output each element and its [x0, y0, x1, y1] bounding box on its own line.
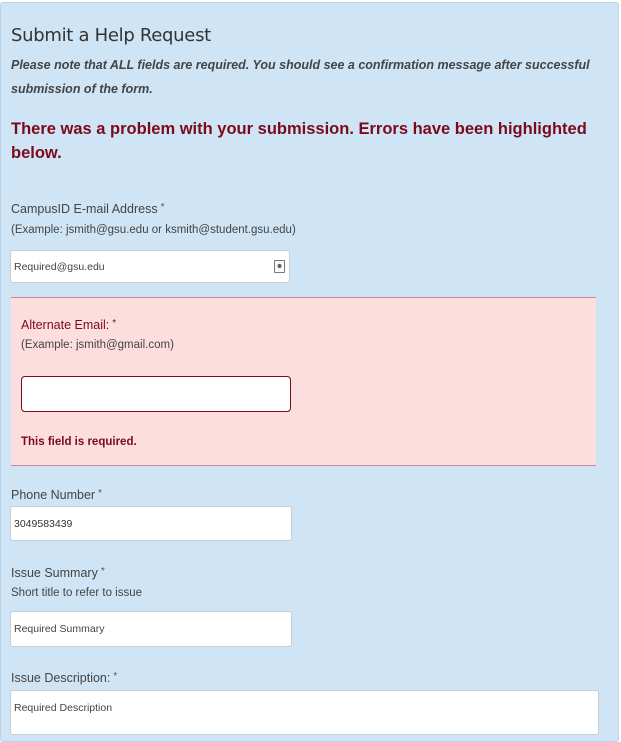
required-marker: * — [112, 318, 117, 329]
campus-email-label: CampusID E-mail Address * — [11, 202, 165, 216]
alternate-email-error-group: Alternate Email: * (Example: jsmith@gmail… — [11, 297, 596, 466]
issue-description-label: Issue Description: * — [11, 671, 118, 685]
issue-summary-description: Short title to refer to issue — [11, 587, 143, 599]
required-marker: * — [113, 671, 118, 682]
issue-summary-label: Issue Summary * — [11, 566, 105, 580]
submission-error-banner: There was a problem with your submission… — [11, 120, 587, 162]
required-marker: * — [160, 202, 165, 213]
alternate-email-label: Alternate Email: * — [21, 318, 117, 332]
help-request-form: Submit a Help Request Please note that A… — [0, 2, 619, 742]
alternate-email-field[interactable] — [21, 376, 291, 412]
form-note: Please note that ALL fields are required… — [11, 58, 590, 96]
issue-summary-field[interactable] — [10, 611, 292, 647]
alternate-email-description: (Example: jsmith@gmail.com) — [21, 339, 174, 351]
form-title: Submit a Help Request — [11, 25, 211, 46]
required-marker: * — [100, 566, 105, 577]
campus-email-field[interactable] — [10, 250, 290, 283]
issue-description-field[interactable] — [10, 690, 599, 735]
phone-label: Phone Number * — [11, 488, 102, 502]
contact-card-icon[interactable]: ☻ — [274, 260, 285, 273]
campus-email-description: (Example: jsmith@gsu.edu or ksmith@stude… — [11, 224, 296, 236]
phone-field[interactable] — [10, 506, 292, 541]
alternate-email-error: This field is required. — [21, 436, 137, 448]
required-marker: * — [98, 488, 102, 499]
